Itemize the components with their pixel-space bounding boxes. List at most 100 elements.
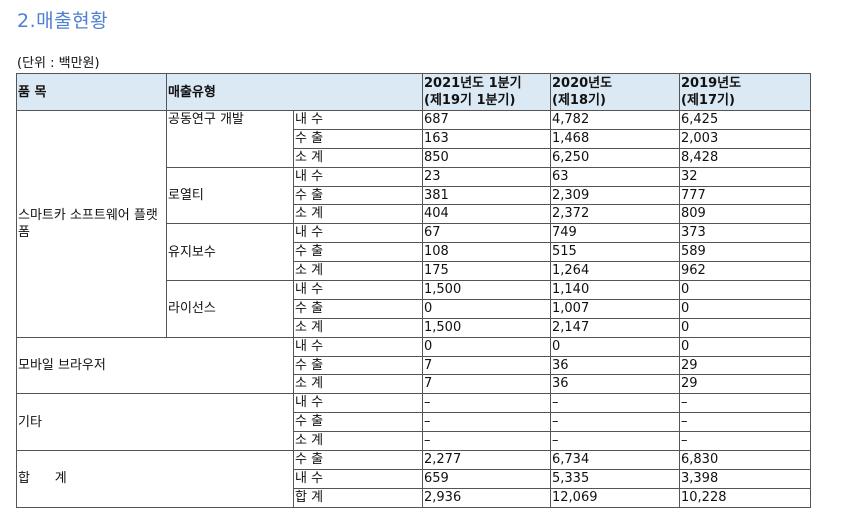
value-2019: 589 xyxy=(679,242,811,263)
value-2021q1: 381 xyxy=(422,185,551,206)
row-type: 내 수 xyxy=(293,336,423,357)
value-2021q1: 2,277 xyxy=(422,450,551,470)
value-2019: 0 xyxy=(679,336,811,357)
value-2020: 63 xyxy=(550,166,680,187)
value-2021q1: 7 xyxy=(422,355,551,376)
row-type: 수 출 xyxy=(293,128,423,149)
row-type: 소 계 xyxy=(293,261,423,282)
salestype-license: 라이선스 xyxy=(166,280,294,338)
salestype-maintenance: 유지보수 xyxy=(166,223,294,282)
product-total: 합 계 xyxy=(16,450,294,508)
value-2020: – xyxy=(550,412,680,433)
value-2021q1: 67 xyxy=(422,223,551,244)
value-2019: 8,428 xyxy=(679,147,811,168)
row-type: 수 출 xyxy=(293,298,423,319)
header-2019: 2019년도 (제17기) xyxy=(679,73,811,111)
product-mobile-browser: 모바일 브라우저 xyxy=(16,336,294,395)
value-2019: 0 xyxy=(679,298,811,319)
unit-label: (단위 : 백만원) xyxy=(17,56,100,71)
value-2020: 0 xyxy=(550,336,680,357)
table-row: 스마트카 소프트웨어 플랫폼 공동연구 개발 내 수 687 4,782 6,4… xyxy=(16,110,811,338)
table-row: 모바일 브라우저 내 수 0 0 0 xyxy=(16,336,811,395)
header-2020-line2: (제18기) xyxy=(552,93,606,108)
table-row: 기타 내 수 – – – xyxy=(16,393,811,452)
value-2020: 2,372 xyxy=(550,204,680,225)
value-2020: 6,734 xyxy=(550,450,680,470)
value-2019: 10,228 xyxy=(679,487,811,508)
value-2019: 0 xyxy=(679,280,811,300)
row-type: 내 수 xyxy=(293,166,423,187)
value-2021q1: 7 xyxy=(422,374,551,395)
value-2020: – xyxy=(550,393,680,414)
row-type: 합 계 xyxy=(293,487,423,508)
row-type: 수 출 xyxy=(293,412,423,433)
product-other: 기타 xyxy=(16,393,294,452)
header-2020: 2020년도 (제18기) xyxy=(550,73,680,111)
value-2019: 29 xyxy=(679,374,811,395)
row-type: 수 출 xyxy=(293,185,423,206)
salestype-royalty: 로열티 xyxy=(166,166,294,225)
value-2020: 36 xyxy=(550,355,680,376)
header-2020-line1: 2020년도 xyxy=(552,76,613,91)
value-2020: 515 xyxy=(550,242,680,263)
value-2021q1: 163 xyxy=(422,128,551,149)
header-2019-line2: (제17기) xyxy=(681,93,735,108)
row-type: 내 수 xyxy=(293,280,423,300)
value-2019: 2,003 xyxy=(679,128,811,149)
row-type: 내 수 xyxy=(293,393,423,414)
table-header-row: 품 목 매출유형 2021년도 1분기 (제19기 1분기) 2020년도 (제… xyxy=(16,73,811,111)
value-2021q1: 23 xyxy=(422,166,551,187)
value-2020: – xyxy=(550,431,680,452)
value-2019: 3,398 xyxy=(679,468,811,489)
value-2020: 4,782 xyxy=(550,110,680,130)
value-2020: 1,264 xyxy=(550,261,680,282)
value-2021q1: 850 xyxy=(422,147,551,168)
row-type: 수 출 xyxy=(293,450,423,470)
value-2021q1: 404 xyxy=(422,204,551,225)
row-type: 소 계 xyxy=(293,204,423,225)
row-type: 수 출 xyxy=(293,355,423,376)
value-2019: – xyxy=(679,412,811,433)
row-type: 내 수 xyxy=(293,468,423,489)
value-2021q1: – xyxy=(422,431,551,452)
value-2019: 6,425 xyxy=(679,110,811,130)
value-2020: 1,140 xyxy=(550,280,680,300)
value-2020: 749 xyxy=(550,223,680,244)
product-smartcar: 스마트카 소프트웨어 플랫폼 xyxy=(16,110,167,338)
header-2021q1-line1: 2021년도 1분기 xyxy=(424,76,522,91)
row-type: 내 수 xyxy=(293,110,423,130)
value-2019: 777 xyxy=(679,185,811,206)
row-type: 소 계 xyxy=(293,374,423,395)
value-2021q1: 1,500 xyxy=(422,317,551,338)
row-type: 수 출 xyxy=(293,242,423,263)
row-type: 소 계 xyxy=(293,317,423,338)
salestype-joint-dev: 공동연구 개발 xyxy=(166,110,294,168)
value-2019: 962 xyxy=(679,261,811,282)
value-2019: 373 xyxy=(679,223,811,244)
value-2021q1: – xyxy=(422,412,551,433)
value-2019: – xyxy=(679,431,811,452)
header-2019-line1: 2019년도 xyxy=(681,76,742,91)
sales-table: 품 목 매출유형 2021년도 1분기 (제19기 1분기) 2020년도 (제… xyxy=(16,73,811,508)
header-product: 품 목 xyxy=(16,73,167,111)
value-2020: 6,250 xyxy=(550,147,680,168)
value-2021q1: 175 xyxy=(422,261,551,282)
value-2019: 809 xyxy=(679,204,811,225)
value-2019: 0 xyxy=(679,317,811,338)
row-type: 내 수 xyxy=(293,223,423,244)
value-2021q1: 0 xyxy=(422,298,551,319)
value-2020: 2,309 xyxy=(550,185,680,206)
value-2020: 2,147 xyxy=(550,317,680,338)
header-sales-type: 매출유형 xyxy=(166,73,423,111)
value-2021q1: 1,500 xyxy=(422,280,551,300)
row-type: 소 계 xyxy=(293,431,423,452)
value-2021q1: 659 xyxy=(422,468,551,489)
header-2021q1-line2: (제19기 1분기) xyxy=(424,93,516,108)
value-2019: 32 xyxy=(679,166,811,187)
header-2021q1: 2021년도 1분기 (제19기 1분기) xyxy=(422,73,551,111)
value-2020: 1,007 xyxy=(550,298,680,319)
value-2019: – xyxy=(679,393,811,414)
value-2021q1: 108 xyxy=(422,242,551,263)
row-type: 소 계 xyxy=(293,147,423,168)
value-2021q1: 687 xyxy=(422,110,551,130)
